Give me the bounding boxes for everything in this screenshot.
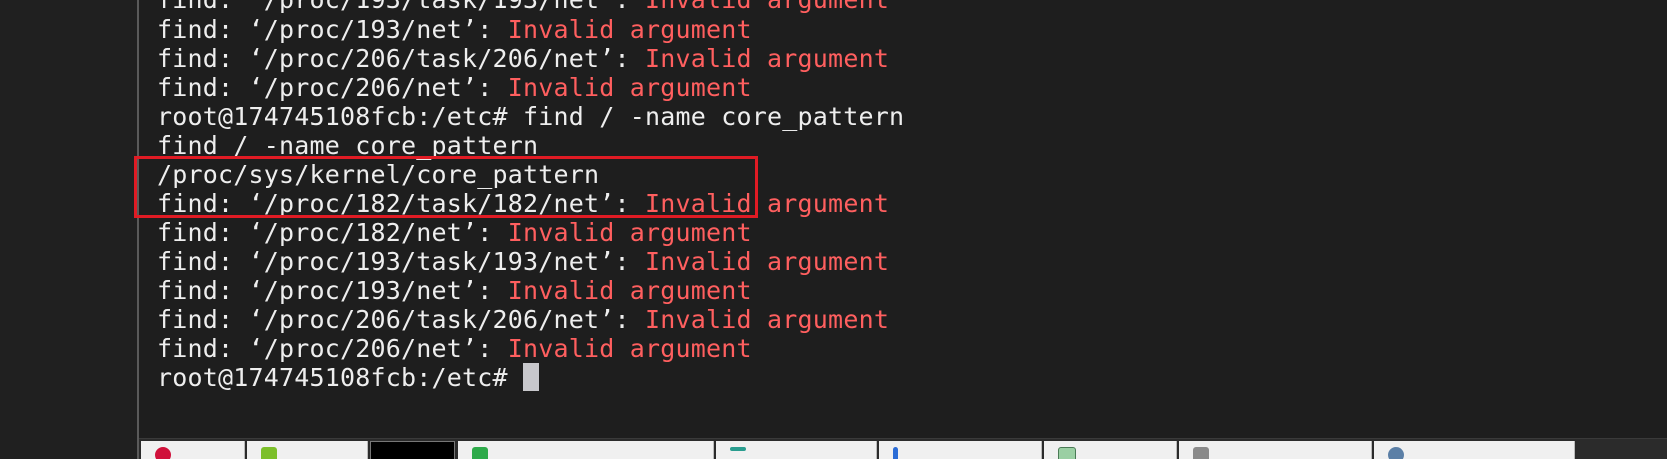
green-calendar-icon: [261, 447, 277, 459]
error-text: Invalid argument: [645, 189, 890, 218]
taskbar-item[interactable]: [1044, 441, 1177, 459]
command-prompt-line: root@174745108fcb:/etc# find / -name cor…: [157, 102, 905, 131]
echoed-command-line: find / -name core_pattern: [157, 131, 539, 160]
final-prompt-line[interactable]: root@174745108fcb:/etc#: [157, 362, 540, 393]
line-text: find: ‘/proc/206/net’:: [157, 334, 508, 363]
taskbar-item[interactable]: [1374, 441, 1575, 459]
taskbar-item[interactable]: [879, 441, 1042, 459]
taskbar-item[interactable]: [1179, 441, 1372, 459]
terminal-line: find: ‘/proc/193/net’: Invalid argument: [157, 275, 752, 306]
terminal-line: find: ‘/proc/182/task/182/net’: Invalid …: [157, 188, 889, 219]
round-app-icon: [1388, 447, 1404, 459]
terminal-line: find: ‘/proc/206/net’: Invalid argument: [157, 72, 752, 103]
image-viewer-icon: [1058, 447, 1076, 459]
line-text: find: ‘/proc/193/task/193/net’:: [157, 247, 646, 276]
terminal-line: find: ‘/proc/193/net’: Invalid argument: [157, 14, 752, 45]
error-text: Invalid argument: [507, 218, 752, 247]
terminal-line: find: ‘/proc/193/task/193/net’: Invalid …: [157, 0, 889, 15]
error-text: Invalid argument: [507, 73, 752, 102]
terminal-line: find: ‘/proc/206/task/206/net’: Invalid …: [157, 43, 889, 74]
prompt-text: root@174745108fcb:/etc#: [157, 363, 524, 392]
line-text: find: ‘/proc/193/net’:: [157, 15, 508, 44]
line-text: find: ‘/proc/206/task/206/net’:: [157, 44, 646, 73]
taskbar-item[interactable]: [141, 441, 245, 459]
error-text: Invalid argument: [507, 276, 752, 305]
result-path-line: /proc/sys/kernel/core_pattern: [157, 160, 600, 189]
terminal-line: find: ‘/proc/206/task/206/net’: Invalid …: [157, 304, 889, 335]
terminal-line: find: ‘/proc/182/net’: Invalid argument: [157, 217, 752, 248]
error-text: Invalid argument: [645, 247, 890, 276]
error-text: Invalid argument: [645, 305, 890, 334]
text-cursor: [523, 363, 540, 391]
terminal-line: find: ‘/proc/206/net’: Invalid argument: [157, 333, 752, 364]
teal-app-icon: [730, 447, 746, 451]
line-text: find: ‘/proc/182/net’:: [157, 218, 508, 247]
left-side-panel: [0, 0, 137, 459]
taskbar-item-active[interactable]: [370, 441, 455, 459]
taskbar: [139, 438, 1667, 459]
terminal-window[interactable]: find: ‘/proc/193/task/193/net’: Invalid …: [139, 0, 1667, 438]
error-text: Invalid argument: [507, 334, 752, 363]
terminal-line: find: ‘/proc/193/task/193/net’: Invalid …: [157, 246, 889, 277]
line-text: find: ‘/proc/193/task/193/net’:: [157, 0, 645, 14]
line-text: find: ‘/proc/182/task/182/net’:: [157, 189, 646, 218]
taskbar-item[interactable]: [458, 441, 714, 459]
screen: find: ‘/proc/193/task/193/net’: Invalid …: [0, 0, 1667, 459]
error-text: Invalid argument: [645, 0, 889, 14]
taskbar-item[interactable]: [716, 441, 877, 459]
error-text: Invalid argument: [645, 44, 890, 73]
red-circle-icon: [155, 447, 171, 459]
line-text: find: ‘/proc/193/net’:: [157, 276, 508, 305]
taskbar-item[interactable]: [247, 441, 368, 459]
green-app-icon: [472, 447, 488, 459]
error-text: Invalid argument: [507, 15, 752, 44]
line-text: find: ‘/proc/206/task/206/net’:: [157, 305, 646, 334]
gray-app-icon: [1193, 447, 1209, 459]
line-text: find: ‘/proc/206/net’:: [157, 73, 508, 102]
blue-app-icon: [893, 447, 898, 459]
